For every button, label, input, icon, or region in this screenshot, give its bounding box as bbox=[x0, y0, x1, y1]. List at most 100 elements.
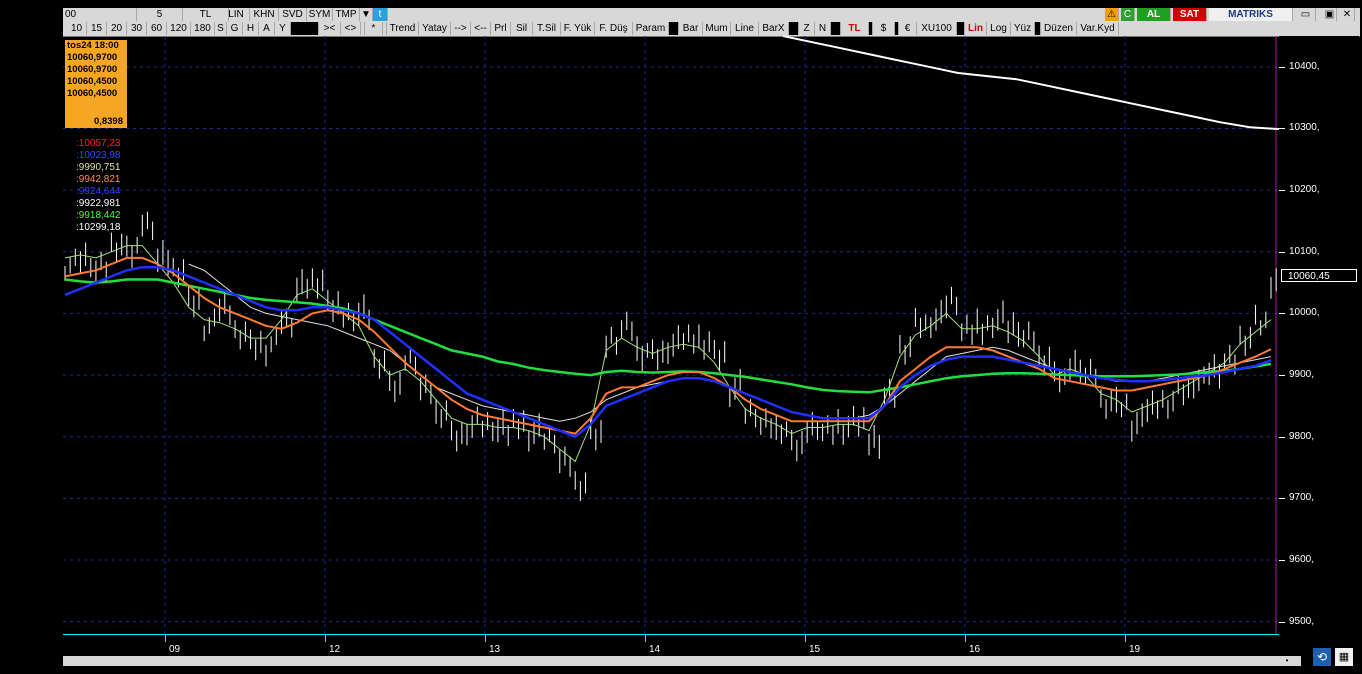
dropdown-arrow-icon[interactable]: ▼ bbox=[360, 8, 373, 21]
price-chart[interactable] bbox=[63, 36, 1279, 634]
lock-icon[interactable]: ⚠ bbox=[1105, 8, 1119, 21]
save-template-button[interactable]: Var.Kyd bbox=[1077, 22, 1119, 35]
period-g[interactable]: G bbox=[227, 22, 243, 35]
refresh-icon[interactable]: C bbox=[1121, 8, 1135, 21]
info-open: 10060,9700 bbox=[67, 52, 118, 63]
y-tick-label: 9600, bbox=[1289, 554, 1315, 566]
period-y[interactable]: Y bbox=[275, 22, 291, 35]
star-button[interactable]: * bbox=[365, 22, 383, 35]
delete-button[interactable]: Sil bbox=[511, 22, 533, 35]
toolbar-separator bbox=[831, 22, 841, 35]
parallel-button[interactable]: Prl bbox=[491, 22, 511, 35]
svd-button[interactable]: SVD bbox=[279, 8, 307, 21]
y-tick-label: 9800, bbox=[1289, 430, 1315, 442]
toolbar-separator bbox=[669, 22, 679, 35]
period-h[interactable]: H bbox=[243, 22, 259, 35]
period-60[interactable]: 60 bbox=[147, 22, 167, 35]
sell-button[interactable]: SAT bbox=[1173, 8, 1207, 21]
arrow-left-button[interactable]: <-- bbox=[471, 22, 491, 35]
period-a[interactable]: A bbox=[259, 22, 275, 35]
currency-usd-button[interactable]: $ bbox=[873, 22, 895, 35]
x-tick-label: 16 bbox=[969, 644, 981, 655]
y-tick-label: 9700, bbox=[1289, 492, 1315, 504]
period-field[interactable]: 5 bbox=[137, 8, 183, 21]
y-tick bbox=[1279, 128, 1285, 130]
period-s[interactable]: S bbox=[215, 22, 227, 35]
z-button[interactable]: Z bbox=[799, 22, 815, 35]
bar-button[interactable]: Bar bbox=[679, 22, 703, 35]
period-20[interactable]: 20 bbox=[107, 22, 127, 35]
lin-button[interactable]: LIN bbox=[223, 8, 250, 21]
barx-button[interactable]: BarX bbox=[759, 22, 789, 35]
arrow-right-button[interactable]: --> bbox=[451, 22, 471, 35]
zoom-in-button[interactable]: >< bbox=[319, 22, 341, 35]
price-up-button[interactable]: F. Yük bbox=[561, 22, 595, 35]
period-30[interactable]: 30 bbox=[127, 22, 147, 35]
line-button[interactable]: Line bbox=[731, 22, 759, 35]
brand-logo: MATRIKS bbox=[1209, 8, 1293, 21]
xu100-button[interactable]: XU100 bbox=[917, 22, 957, 35]
trend-button[interactable]: Trend bbox=[387, 22, 419, 35]
toolbar-separator bbox=[957, 22, 965, 35]
legend-value: :9942,821 bbox=[76, 174, 121, 185]
horizontal-scrollbar[interactable] bbox=[63, 656, 1279, 666]
x-tick-label: 12 bbox=[329, 644, 341, 655]
price-down-button[interactable]: F. Düş bbox=[595, 22, 633, 35]
time-axis-line bbox=[63, 634, 1279, 635]
candle-button[interactable]: Mum bbox=[703, 22, 731, 35]
currency-tl-button[interactable]: TL bbox=[841, 22, 869, 35]
legend-value: :10299,18 bbox=[76, 222, 121, 233]
delete-all-button[interactable]: T.Sil bbox=[533, 22, 561, 35]
period-10[interactable]: 10 bbox=[67, 22, 87, 35]
info-date: tos24 18:00 bbox=[67, 40, 119, 51]
y-tick bbox=[1279, 375, 1285, 377]
y-tick bbox=[1279, 560, 1285, 562]
scale-log-button[interactable]: Log bbox=[987, 22, 1011, 35]
info-low: 10060,4500 bbox=[67, 76, 118, 87]
edit-button[interactable]: Düzen bbox=[1041, 22, 1077, 35]
info-high: 10060,9700 bbox=[67, 64, 118, 75]
ohlc-info-box: tos24 18:00 10060,9700 10060,9700 10060,… bbox=[65, 40, 127, 128]
x-tick-label: 13 bbox=[489, 644, 501, 655]
y-tick-label: 10200, bbox=[1289, 184, 1320, 196]
scroll-handle[interactable]: • bbox=[1273, 656, 1301, 666]
period-15[interactable]: 15 bbox=[87, 22, 107, 35]
khn-button[interactable]: KHN bbox=[250, 8, 279, 21]
maximize-icon[interactable]: ▣ bbox=[1323, 8, 1337, 21]
close-icon[interactable]: ✕ bbox=[1340, 8, 1355, 21]
sync-icon[interactable]: ⟲ bbox=[1313, 648, 1331, 666]
buy-button[interactable]: AL bbox=[1137, 8, 1171, 21]
last-price-label: 10060,45 bbox=[1281, 269, 1357, 283]
symbol-field[interactable]: 00 bbox=[63, 8, 137, 21]
zoom-out-button[interactable]: <> bbox=[341, 22, 361, 35]
period-120[interactable]: 120 bbox=[167, 22, 191, 35]
n-button[interactable]: N bbox=[815, 22, 831, 35]
tmp-button[interactable]: TMP bbox=[333, 8, 360, 21]
twitter-icon[interactable]: t bbox=[373, 8, 388, 21]
scale-lin-button[interactable]: Lin bbox=[965, 22, 987, 35]
x-tick-label: 09 bbox=[169, 644, 181, 655]
x-tick bbox=[805, 634, 806, 642]
y-tick-label: 10300, bbox=[1289, 122, 1320, 134]
settings-icon[interactable]: ▦ bbox=[1335, 648, 1353, 666]
y-tick bbox=[1279, 251, 1285, 253]
y-tick bbox=[1279, 436, 1285, 438]
y-tick-label: 10100, bbox=[1289, 245, 1320, 257]
info-change: 0,8398 bbox=[93, 116, 123, 127]
toolbar-top: 00 5 TL LIN KHN SVD SYM TMP ▼ t ⚠ C AL S… bbox=[63, 8, 1360, 23]
y-tick-label: 10000, bbox=[1289, 307, 1320, 319]
param-button[interactable]: Param bbox=[633, 22, 669, 35]
legend-value: :9924,644 bbox=[76, 186, 121, 197]
y-tick bbox=[1279, 498, 1285, 500]
horizontal-button[interactable]: Yatay bbox=[419, 22, 451, 35]
minimize-icon[interactable]: ▭ bbox=[1296, 8, 1316, 21]
y-tick bbox=[1279, 66, 1285, 68]
currency-eur-button[interactable]: € bbox=[899, 22, 917, 35]
y-tick-label: 9500, bbox=[1289, 615, 1315, 627]
scale-percent-button[interactable]: Yüz bbox=[1011, 22, 1035, 35]
x-tick-label: 19 bbox=[1129, 644, 1141, 655]
price-axis: 10400, 10300, 10200, 10100, 10000, 9900, 9800,… bbox=[1279, 36, 1359, 634]
x-tick bbox=[165, 634, 166, 642]
period-180[interactable]: 180 bbox=[191, 22, 215, 35]
sym-button[interactable]: SYM bbox=[307, 8, 333, 21]
